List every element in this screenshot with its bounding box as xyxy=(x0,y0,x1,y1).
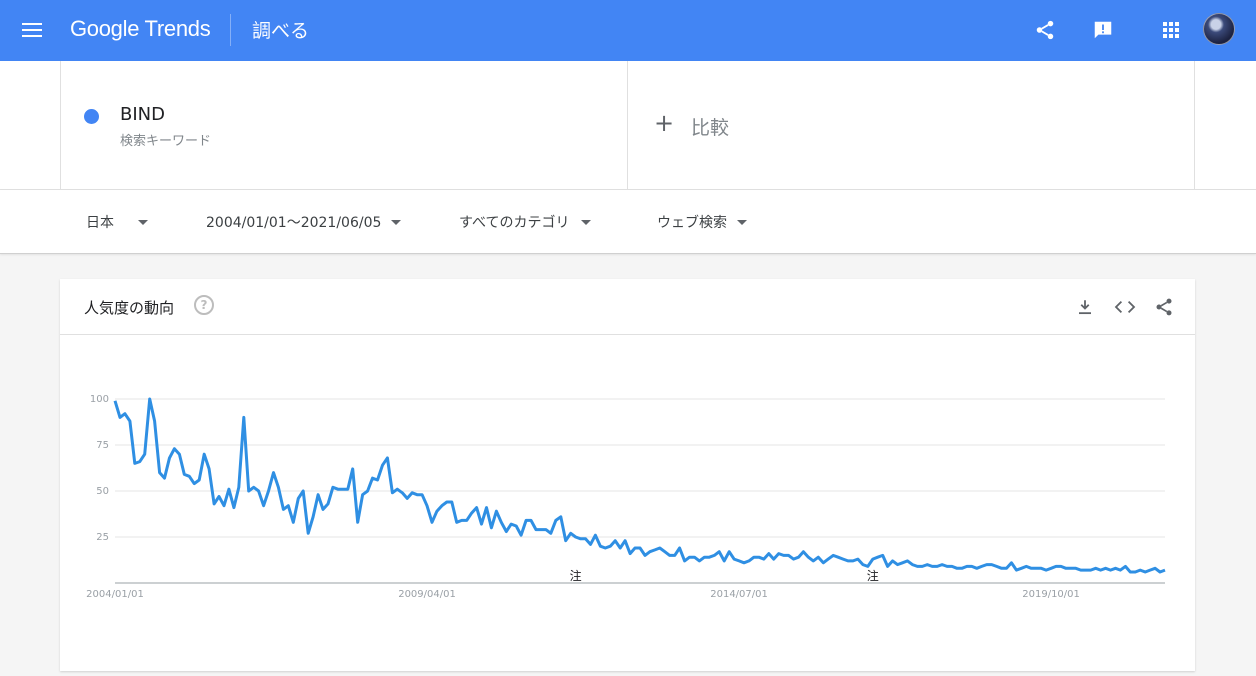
feedback-icon[interactable] xyxy=(1089,16,1117,44)
plus-icon: + xyxy=(654,109,675,137)
x-tick-label: 2009/04/01 xyxy=(398,589,456,600)
y-tick-label: 50 xyxy=(96,486,109,497)
share-icon[interactable] xyxy=(1031,16,1059,44)
category-value: すべてのカテゴリ xyxy=(459,215,570,231)
google-trends-logo[interactable]: Google Trends xyxy=(70,16,211,42)
apps-icon[interactable] xyxy=(1157,16,1185,44)
top-app-bar: Google Trends 調べる xyxy=(0,0,1256,61)
category-dropdown[interactable]: すべてのカテゴリ xyxy=(459,212,592,232)
help-icon[interactable]: ? xyxy=(194,295,214,315)
x-tick-label: 2004/01/01 xyxy=(86,589,144,600)
embed-icon[interactable] xyxy=(1113,295,1137,319)
download-icon[interactable] xyxy=(1073,295,1097,319)
filters-bar: 日本 2004/01/01～2021/06/05 すべてのカテゴリ ウェブ検索 xyxy=(0,190,1256,254)
series-line-bind xyxy=(113,397,1166,574)
search-terms-bar: BIND 検索キーワード + 比較 xyxy=(0,61,1256,190)
search-type-dropdown[interactable]: ウェブ検索 xyxy=(657,212,747,232)
region-dropdown[interactable]: 日本 xyxy=(86,212,148,232)
annotation-note: 注 xyxy=(867,568,879,583)
y-tick-label: 25 xyxy=(96,532,109,543)
chevron-down-icon xyxy=(581,219,592,225)
y-tick-label: 100 xyxy=(90,394,109,405)
search-term-name[interactable]: BIND xyxy=(120,104,165,125)
y-tick-label: 75 xyxy=(96,440,109,451)
card-header: 人気度の動向 ? xyxy=(60,279,1195,335)
search-term-card[interactable]: BIND 検索キーワード xyxy=(60,61,628,190)
chevron-down-icon xyxy=(138,219,148,225)
share-icon[interactable] xyxy=(1152,295,1176,319)
search-type-value: ウェブ検索 xyxy=(657,215,727,231)
term-color-dot xyxy=(84,109,99,124)
region-value: 日本 xyxy=(86,215,114,231)
search-term-type: 検索キーワード xyxy=(120,134,212,149)
annotation-note: 注 xyxy=(570,568,582,583)
compare-button[interactable]: + 比較 xyxy=(628,61,1195,190)
date-range-dropdown[interactable]: 2004/01/01～2021/06/05 xyxy=(206,212,402,232)
card-title: 人気度の動向 xyxy=(84,299,175,317)
chevron-down-icon xyxy=(737,219,747,225)
chevron-down-icon xyxy=(391,219,402,225)
date-range-value: 2004/01/01～2021/06/05 xyxy=(206,215,382,231)
page-title: 調べる xyxy=(252,20,310,42)
header-divider xyxy=(230,14,231,46)
x-tick-label: 2019/10/01 xyxy=(1022,589,1080,600)
interest-over-time-card: 人気度の動向 ? 100 75 50 25 2004/01/01 2009/04/01 20… xyxy=(60,279,1195,671)
x-tick-label: 2014/07/01 xyxy=(710,589,768,600)
interest-line-chart[interactable]: 100 75 50 25 2004/01/01 2009/04/01 2014/07/01 2… xyxy=(60,335,1195,671)
compare-label: 比較 xyxy=(691,117,730,139)
avatar[interactable] xyxy=(1203,13,1235,45)
menu-icon[interactable] xyxy=(20,18,44,42)
